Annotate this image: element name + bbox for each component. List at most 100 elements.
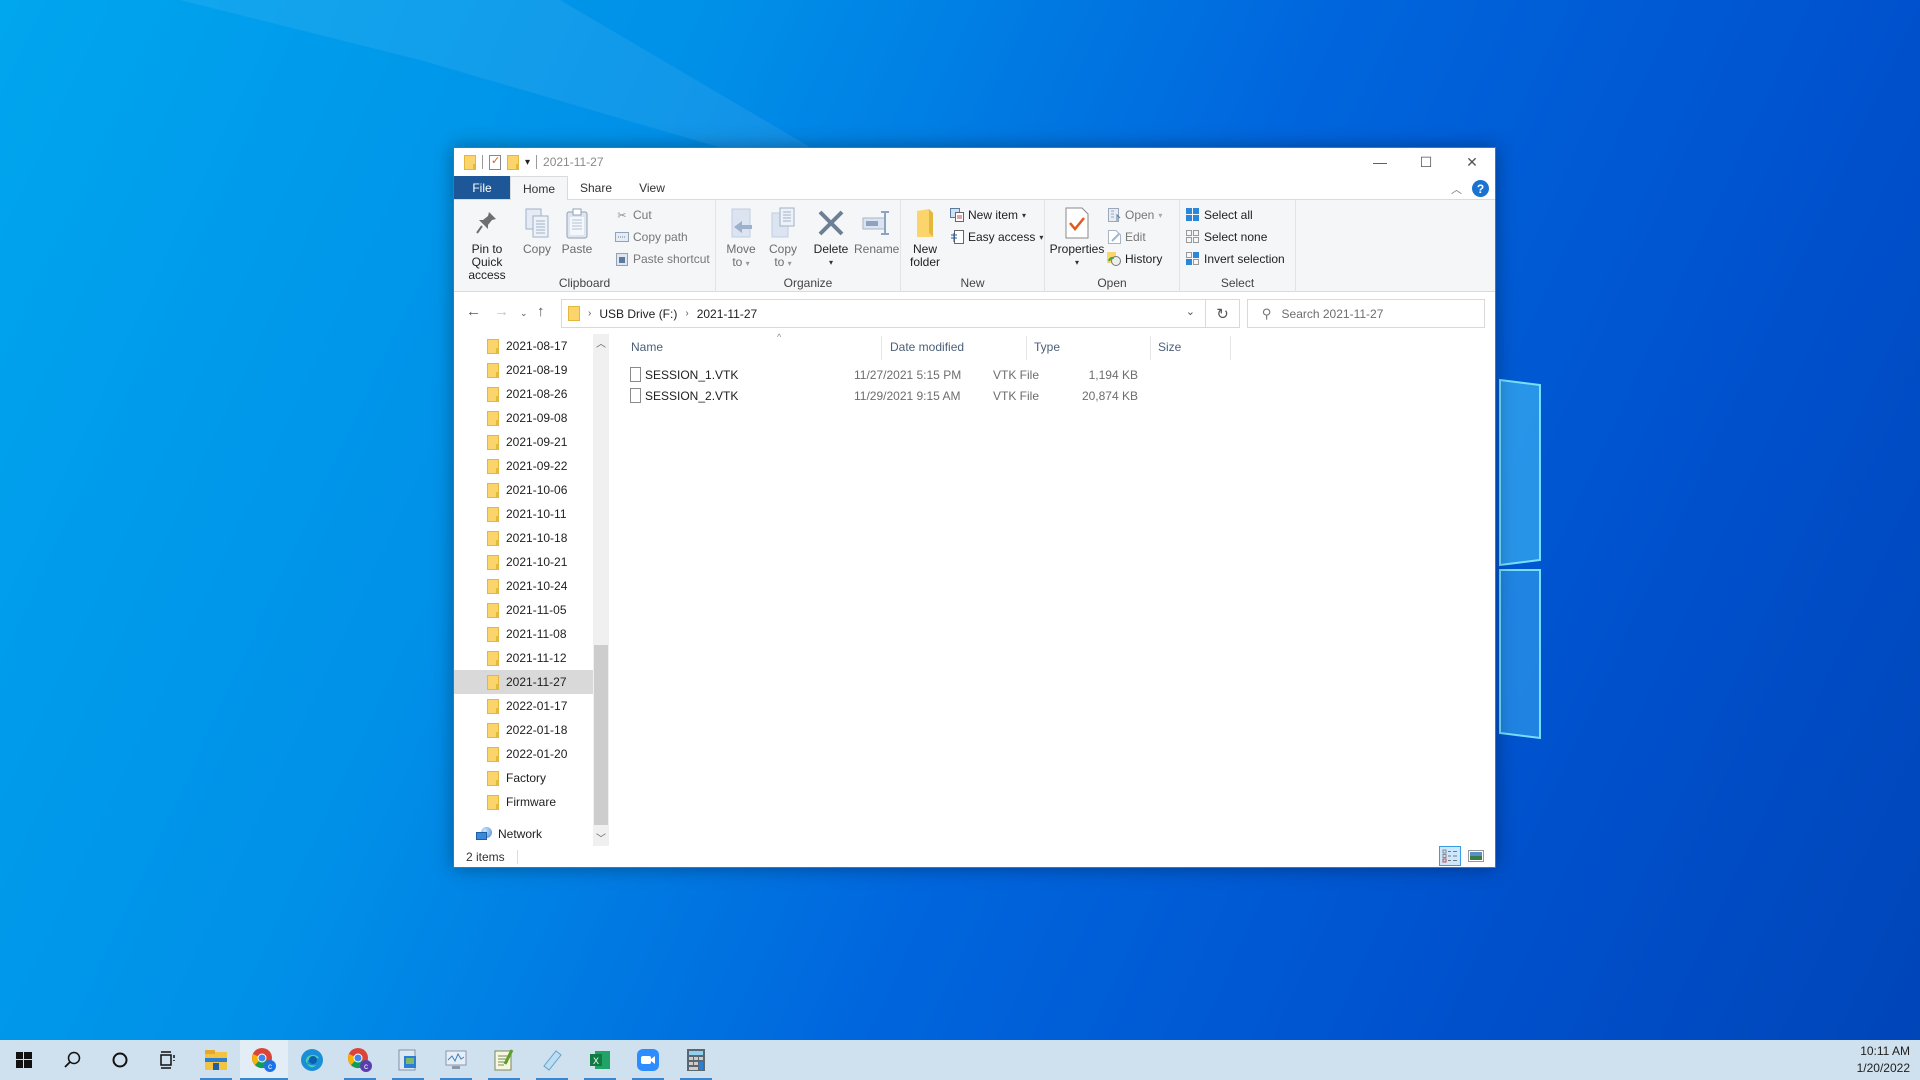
task-view-button[interactable] xyxy=(144,1040,192,1080)
select-all-button[interactable]: Select all xyxy=(1186,208,1253,222)
nav-folder-item[interactable]: 2022-01-20 xyxy=(454,742,593,766)
refresh-button[interactable]: ↻ xyxy=(1206,299,1240,328)
new-item-button[interactable]: New item ▾ xyxy=(950,208,1026,222)
taskbar-edge[interactable] xyxy=(288,1040,336,1080)
properties-icon[interactable] xyxy=(489,154,501,170)
collapse-ribbon-icon[interactable]: ︿ xyxy=(1451,181,1462,197)
minimize-button[interactable]: — xyxy=(1357,148,1403,176)
breadcrumb-chevron-icon[interactable]: › xyxy=(588,308,591,319)
scroll-down-icon[interactable]: ﹀ xyxy=(593,829,609,846)
file-row[interactable]: SESSION_2.VTK 11/29/2021 9:15 AM VTK Fil… xyxy=(623,386,1223,407)
properties-button[interactable]: Properties ▾ xyxy=(1049,206,1105,269)
taskbar-app-viewer[interactable] xyxy=(384,1040,432,1080)
open-button[interactable]: Open ▾ xyxy=(1107,208,1162,222)
nav-folder-item[interactable]: 2021-10-18 xyxy=(454,526,593,550)
maximize-button[interactable]: ☐ xyxy=(1403,148,1449,176)
nav-folder-item[interactable]: 2021-10-24 xyxy=(454,574,593,598)
tab-home[interactable]: Home xyxy=(510,176,568,200)
details-view-button[interactable] xyxy=(1439,846,1461,866)
taskbar-file-explorer[interactable] xyxy=(192,1040,240,1080)
taskbar-excel[interactable]: X xyxy=(576,1040,624,1080)
column-header-type[interactable]: Type xyxy=(1034,334,1149,360)
copy-button[interactable]: Copy xyxy=(520,206,554,256)
rename-button[interactable]: Rename xyxy=(854,206,899,256)
column-divider[interactable] xyxy=(881,336,882,360)
nav-folder-item[interactable]: 2021-10-11 xyxy=(454,502,593,526)
back-arrow-icon[interactable]: ← xyxy=(466,303,481,320)
column-divider[interactable] xyxy=(1230,336,1231,360)
tab-share[interactable]: Share xyxy=(568,176,624,199)
paste-button[interactable]: Paste xyxy=(560,206,594,256)
copy-to-button[interactable]: Copy to ▾ xyxy=(766,206,800,270)
close-button[interactable]: ✕ xyxy=(1449,148,1495,176)
column-divider[interactable] xyxy=(1150,336,1151,360)
paste-shortcut-button[interactable]: Paste shortcut xyxy=(615,252,710,266)
forward-arrow-icon[interactable]: → xyxy=(494,303,509,320)
nav-folder-item[interactable]: 2021-10-06 xyxy=(454,478,593,502)
nav-network-item[interactable]: Network xyxy=(454,822,593,846)
nav-folder-item[interactable]: 2021-09-22 xyxy=(454,454,593,478)
column-header-size[interactable]: Size xyxy=(1158,334,1228,360)
nav-folder-item[interactable]: 2022-01-17 xyxy=(454,694,593,718)
easy-access-button[interactable]: Easy access ▾ xyxy=(950,230,1043,244)
properties-dropdown-icon[interactable]: ▾ xyxy=(1049,256,1105,269)
taskbar-chrome-profile-c[interactable]: c xyxy=(240,1040,288,1080)
column-divider[interactable] xyxy=(1026,336,1027,360)
nav-folder-item[interactable]: 2022-01-18 xyxy=(454,718,593,742)
nav-folder-item[interactable]: 2021-11-08 xyxy=(454,622,593,646)
nav-folder-item[interactable]: 2021-09-08 xyxy=(454,406,593,430)
nav-folder-item[interactable]: Factory xyxy=(454,766,593,790)
taskbar-zoom[interactable] xyxy=(624,1040,672,1080)
start-button[interactable] xyxy=(0,1040,48,1080)
nav-folder-item[interactable]: Firmware xyxy=(454,790,593,814)
nav-folder-item[interactable]: 2021-08-17 xyxy=(454,334,593,358)
column-header-date-modified[interactable]: Date modified xyxy=(890,334,1030,360)
nav-folder-item[interactable]: 2021-09-21 xyxy=(454,430,593,454)
history-button[interactable]: History xyxy=(1107,252,1162,266)
pin-to-quick-access-button[interactable]: Pin to Quick access xyxy=(458,206,516,282)
delete-button[interactable]: Delete ▾ xyxy=(811,206,851,269)
scroll-up-icon[interactable]: ︿ xyxy=(593,334,609,351)
file-row[interactable]: SESSION_1.VTK 11/27/2021 5:15 PM VTK Fil… xyxy=(623,365,1223,386)
breadcrumb-chevron-icon[interactable]: › xyxy=(685,308,688,319)
cortana-button[interactable] xyxy=(96,1040,144,1080)
customize-toolbar-icon[interactable]: ▾ xyxy=(525,157,530,168)
taskbar-notepad-plus[interactable] xyxy=(480,1040,528,1080)
new-folder-button[interactable]: New folder xyxy=(907,206,943,269)
select-none-button[interactable]: Select none xyxy=(1186,230,1267,244)
taskbar-chrome-profile-c-2[interactable]: c xyxy=(336,1040,384,1080)
search-button[interactable] xyxy=(48,1040,96,1080)
taskbar-notepad[interactable] xyxy=(528,1040,576,1080)
taskbar-performance-monitor[interactable] xyxy=(432,1040,480,1080)
search-input[interactable]: ⚲ Search 2021-11-27 xyxy=(1247,299,1485,328)
cut-button[interactable]: ✂ Cut xyxy=(615,208,651,222)
recent-locations-icon[interactable]: ⌄ xyxy=(520,308,528,319)
up-arrow-icon[interactable]: ↑ xyxy=(537,303,545,320)
address-bar[interactable]: › USB Drive (F:) › 2021-11-27 ⌄ xyxy=(561,299,1206,328)
delete-dropdown-icon[interactable]: ▾ xyxy=(811,256,851,269)
copy-path-button[interactable]: Copy path xyxy=(615,230,688,244)
nav-folder-item[interactable]: 2021-11-05 xyxy=(454,598,593,622)
edit-button[interactable]: Edit xyxy=(1107,230,1146,244)
help-icon[interactable]: ? xyxy=(1472,180,1489,197)
nav-scrollbar[interactable]: ︿ ﹀ xyxy=(593,334,609,846)
move-to-button[interactable]: Move to ▾ xyxy=(724,206,758,270)
breadcrumb-current-folder[interactable]: 2021-11-27 xyxy=(697,307,758,321)
scrollbar-thumb[interactable] xyxy=(594,645,608,825)
nav-folder-item[interactable]: 2021-08-19 xyxy=(454,358,593,382)
tab-view[interactable]: View xyxy=(624,176,680,199)
invert-selection-button[interactable]: Invert selection xyxy=(1186,252,1285,266)
nav-folder-item[interactable]: 2021-08-26 xyxy=(454,382,593,406)
system-clock[interactable]: 10:11 AM 1/20/2022 xyxy=(1857,1043,1910,1077)
nav-folder-item[interactable]: 2021-10-21 xyxy=(454,550,593,574)
title-bar[interactable]: ▾ 2021-11-27 — ☐ ✕ xyxy=(454,148,1495,176)
nav-folder-item[interactable]: 2021-11-12 xyxy=(454,646,593,670)
column-header-name[interactable]: Name ^ xyxy=(631,332,886,360)
tab-file[interactable]: File xyxy=(454,176,510,199)
taskbar-calculator[interactable] xyxy=(672,1040,720,1080)
new-folder-icon[interactable] xyxy=(507,154,519,170)
nav-folder-item[interactable]: 2021-11-27 xyxy=(454,670,593,694)
breadcrumb-usb-drive[interactable]: USB Drive (F:) xyxy=(599,307,677,321)
large-icons-view-button[interactable] xyxy=(1465,846,1487,866)
address-history-dropdown-icon[interactable]: ⌄ xyxy=(1186,305,1195,318)
